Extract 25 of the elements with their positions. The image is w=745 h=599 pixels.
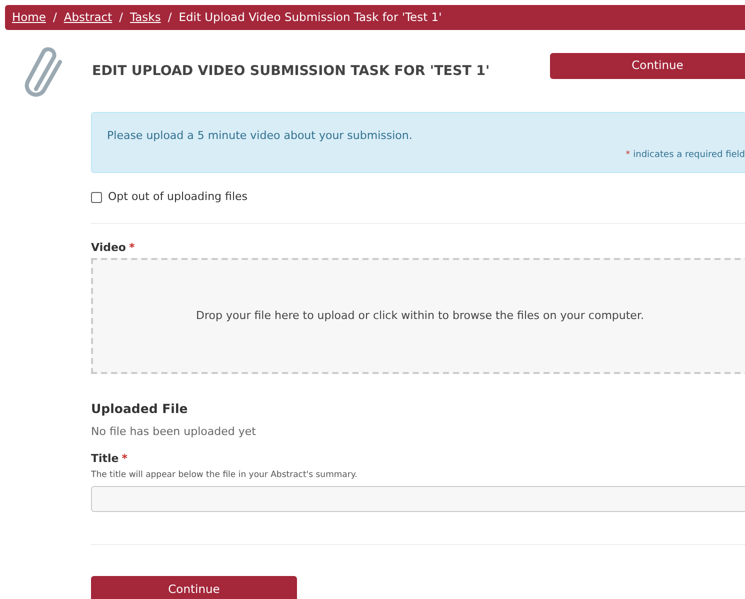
required-mark: * [128,240,135,256]
title-hint: The title will appear below the file in your Abstract's summary. [91,468,358,482]
opt-out-label: Opt out of uploading files [108,189,248,205]
opt-out-checkbox[interactable] [91,192,102,203]
breadcrumb-separator: / [52,8,57,26]
continue-button[interactable]: Continue [550,53,745,79]
continue-button[interactable]: Continue [91,576,297,599]
title-input[interactable] [91,486,745,512]
breadcrumb-link[interactable]: Tasks [130,8,161,26]
file-dropzone[interactable]: Drop your file here to upload or click within to browse the files on your computer. [91,258,745,374]
title-label: Title [91,451,119,468]
breadcrumb-link[interactable]: Home [12,8,46,26]
dropzone-text: Drop your file here to upload or click within to browse the files on your computer. [196,308,644,324]
required-mark: * [122,451,128,468]
upload-status: No file has been uploaded yet [91,424,257,440]
required-mark: * [626,148,630,162]
required-note: indicates a required field [633,148,745,162]
breadcrumb-separator: / [168,8,172,26]
video-label: Video [91,240,126,256]
page-title: EDIT UPLOAD VIDEO SUBMISSION TASK FOR 'TEST 1' [92,62,491,81]
breadcrumb-separator: / [119,8,123,26]
breadcrumb-current: Edit Upload Video Submission Task for 'Test 1' [178,8,442,26]
breadcrumb-link[interactable]: Abstract [64,8,112,26]
info-message: Please upload a 5 minute video about your submission. [107,128,412,144]
uploaded-file-heading: Uploaded File [91,400,189,418]
